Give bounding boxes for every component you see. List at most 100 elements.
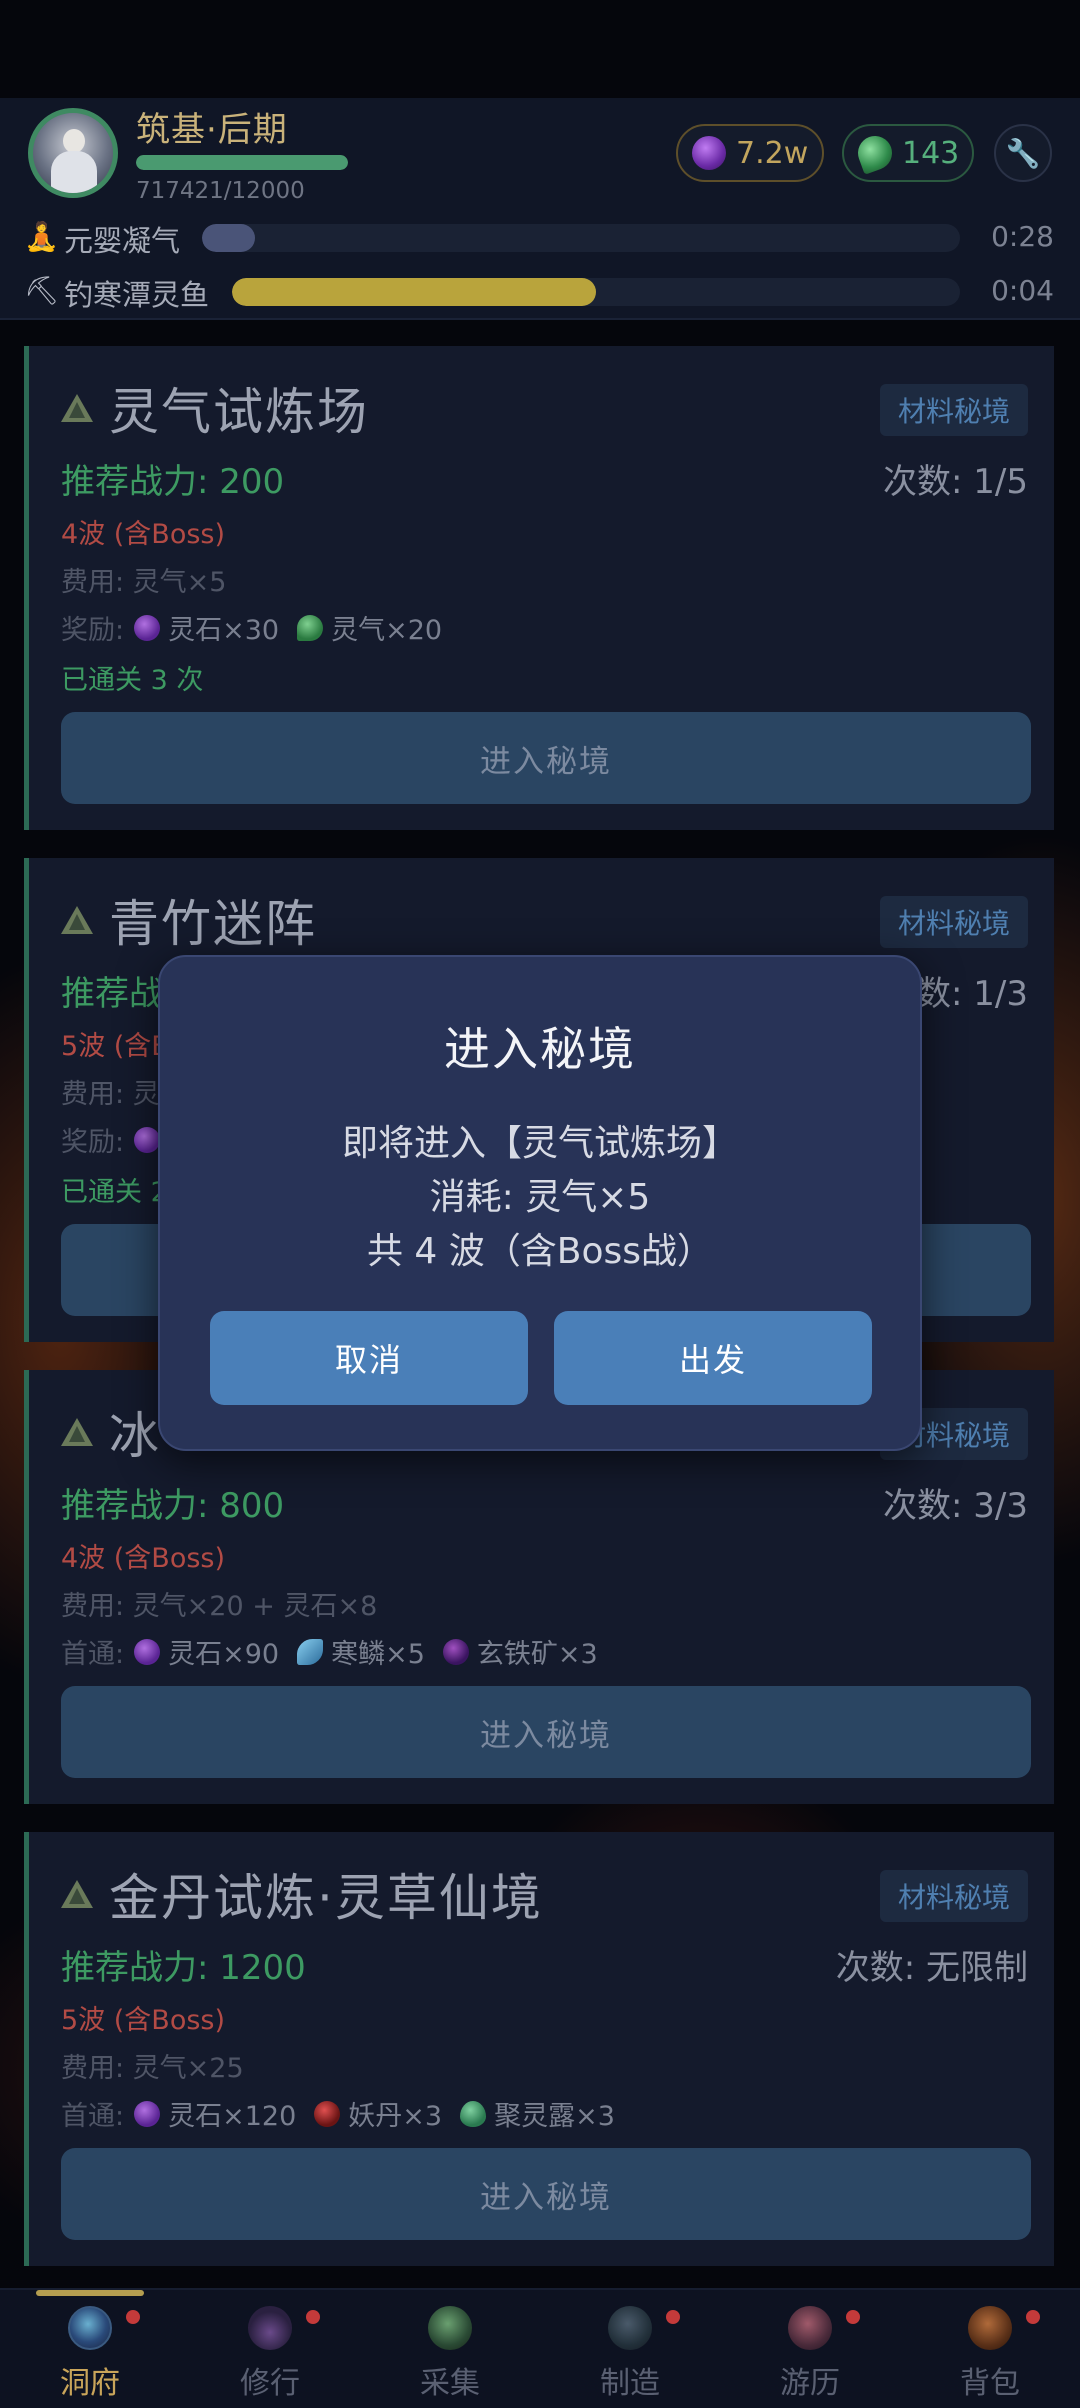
attempt-count: 次数: 无限制 — [835, 1948, 1028, 1988]
cost-info: 费用: 灵气×20 + 灵石×8 — [61, 1591, 378, 1622]
dungeon-card: 金丹试炼·灵草仙境 材料秘境 推荐战力: 1200 次数: 无限制 5波 (含B… — [24, 1832, 1054, 2266]
spirit-qi-value: 143 — [902, 135, 960, 171]
reward-label: 奖励: — [61, 1127, 125, 1158]
tab-travel[interactable]: 游历 — [720, 2306, 900, 2406]
travel-icon — [788, 2306, 832, 2350]
notification-dot — [666, 2310, 680, 2324]
dungeon-name: 冰 — [109, 1407, 161, 1465]
attempt-count: 次数: 3/3 — [883, 1486, 1028, 1526]
task-timer: 0:28 — [991, 220, 1054, 253]
xp-bar — [136, 155, 348, 170]
enter-dungeon-button[interactable]: 进入秘境 — [61, 712, 1031, 804]
pickaxe-icon: ⛏ — [24, 274, 60, 307]
tab-bag[interactable]: 背包 — [900, 2306, 1080, 2406]
tab-label: 修行 — [240, 2366, 300, 2401]
player-header: 筑基·后期 717421/12000 7.2w 143 🔧 🧘 元婴凝气 0:2… — [0, 98, 1080, 320]
task-label: 钓寒潭灵鱼 — [64, 278, 210, 312]
task-label: 元婴凝气 — [64, 224, 181, 258]
tab-gather[interactable]: 采集 — [360, 2306, 540, 2406]
recommended-power: 推荐战力: 200 — [61, 462, 285, 502]
avatar[interactable] — [28, 108, 118, 198]
reward-item: 灵石×30 — [134, 608, 279, 647]
reward-item: 灵石×120 — [134, 2094, 296, 2133]
settings-button[interactable]: 🔧 — [994, 124, 1052, 182]
gather-icon — [428, 2306, 472, 2350]
realm-title: 筑基·后期 — [136, 110, 288, 150]
clear-count: 已通关 3 次 — [61, 665, 204, 696]
reward-item: 寒鳞×5 — [297, 1632, 425, 1671]
depart-button[interactable]: 出发 — [554, 1311, 872, 1405]
dungeon-tag: 材料秘境 — [879, 384, 1028, 436]
wave-info: 4波 (含Boss) — [61, 519, 226, 550]
dungeon-card: 灵气试炼场 材料秘境 推荐战力: 200 次数: 1/5 4波 (含Boss) … — [24, 346, 1054, 830]
active-tab-indicator — [36, 2290, 144, 2296]
demon-core-icon — [314, 2100, 341, 2127]
reward-label: 奖励: — [61, 615, 125, 646]
dialog-line-cost: 消耗: 灵气×5 — [429, 1177, 651, 1218]
dungeon-name: 青竹迷阵 — [109, 895, 317, 953]
reward-list: 首通: 灵石×90 寒鳞×5 玄铁矿×3 — [61, 1632, 616, 1671]
bottom-nav: 洞府 修行 采集 制造 游历 背包 — [0, 2288, 1080, 2408]
cost-info: 费用: 灵气×5 — [61, 567, 227, 598]
dark-iron-icon — [442, 1638, 469, 1665]
notification-dot — [846, 2310, 860, 2324]
tab-label: 背包 — [960, 2366, 1020, 2401]
reward-item: 玄铁矿×3 — [442, 1632, 598, 1671]
spirit-stone-icon — [134, 1126, 161, 1153]
spirit-stone-icon — [134, 1638, 161, 1665]
cave-icon — [68, 2306, 112, 2350]
reward-label: 首通: — [61, 2101, 125, 2132]
dialog-line-target: 即将进入【灵气试炼场】 — [341, 1123, 738, 1164]
spirit-qi-counter[interactable]: 143 — [842, 124, 974, 182]
dialog-title: 进入秘境 — [444, 1022, 636, 1076]
tab-cave[interactable]: 洞府 — [0, 2306, 180, 2406]
recommended-power: 推荐战 — [61, 974, 163, 1014]
mountain-icon — [59, 1878, 95, 1910]
dungeon-tag: 材料秘境 — [879, 896, 1028, 948]
notification-dot — [126, 2310, 140, 2324]
mountain-icon — [59, 392, 95, 424]
dialog-line-waves: 共 4 波（含Boss战） — [366, 1231, 714, 1272]
spirit-qi-icon — [853, 131, 897, 175]
spirit-stone-icon — [134, 2100, 161, 2127]
reward-item: 妖丹×3 — [314, 2094, 442, 2133]
cold-scale-icon — [297, 1638, 324, 1665]
reward-list: 首通: 灵石×120 妖丹×3 聚灵露×3 — [61, 2094, 633, 2133]
spirit-stone-counter[interactable]: 7.2w — [676, 124, 824, 182]
dialog-message: 即将进入【灵气试炼场】 消耗: 灵气×5 共 4 波（含Boss战） — [160, 1117, 920, 1279]
bag-icon — [968, 2306, 1012, 2350]
wrench-icon: 🔧 — [1005, 136, 1041, 170]
dungeon-name: 灵气试炼场 — [109, 383, 369, 441]
enter-dungeon-button[interactable]: 进入秘境 — [61, 2148, 1031, 2240]
wave-info: 5波 (含B — [61, 1031, 170, 1062]
mountain-icon — [59, 1416, 95, 1448]
task-row-cultivation: 🧘 元婴凝气 0:28 — [0, 214, 1080, 262]
dungeon-tag: 材料秘境 — [879, 1870, 1028, 1922]
tab-cultivate[interactable]: 修行 — [180, 2306, 360, 2406]
reward-list: 奖励: 灵石×30 灵气×20 — [61, 608, 460, 647]
cultivate-icon — [248, 2306, 292, 2350]
task-row-fishing: ⛏ 钓寒潭灵鱼 0:04 — [0, 268, 1080, 316]
tab-craft[interactable]: 制造 — [540, 2306, 720, 2406]
clear-count: 已通关 2 — [61, 1177, 168, 1208]
notification-dot — [306, 2310, 320, 2324]
attempt-count: 数: 1/3 — [917, 974, 1028, 1014]
task-timer: 0:04 — [991, 274, 1054, 307]
spirit-stone-icon — [692, 136, 726, 170]
cancel-button[interactable]: 取消 — [210, 1311, 528, 1405]
tab-label: 制造 — [600, 2366, 660, 2401]
wave-info: 4波 (含Boss) — [61, 1543, 226, 1574]
enter-dungeon-button[interactable]: 进入秘境 — [61, 1686, 1031, 1778]
xp-text: 717421/12000 — [136, 178, 305, 204]
spirit-qi-icon — [297, 614, 324, 641]
tab-label: 洞府 — [60, 2366, 120, 2401]
craft-icon — [608, 2306, 652, 2350]
recommended-power: 推荐战力: 1200 — [61, 1948, 306, 1988]
dungeon-name: 金丹试炼·灵草仙境 — [109, 1869, 543, 1927]
reward-item: 灵石×90 — [134, 1632, 279, 1671]
spirit-dew-icon — [460, 2100, 487, 2127]
spirit-stone-value: 7.2w — [736, 135, 809, 171]
cost-info: 费用: 灵 — [61, 1079, 160, 1110]
task-progress-bar — [232, 278, 960, 306]
recommended-power: 推荐战力: 800 — [61, 1486, 285, 1526]
